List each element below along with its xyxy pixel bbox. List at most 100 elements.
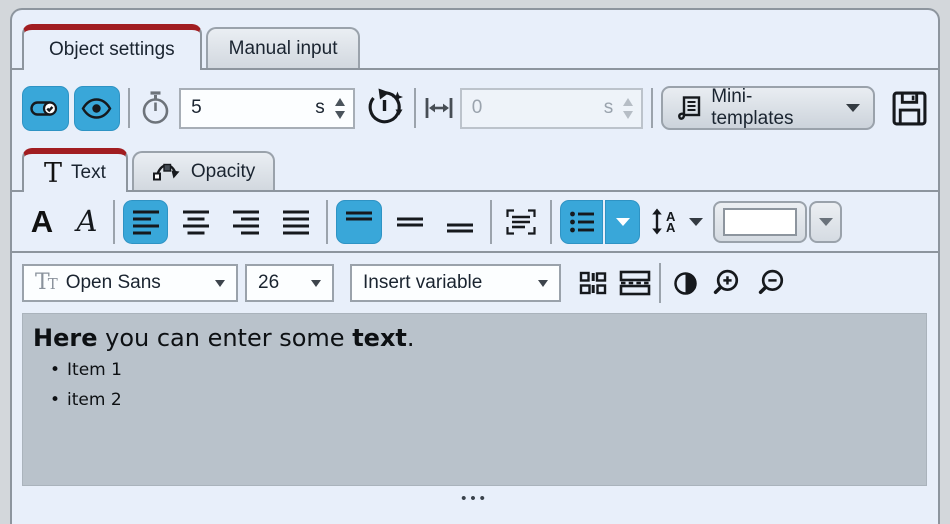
toolbar-divider: [550, 200, 552, 244]
chevron-down-icon: [689, 218, 703, 226]
chevron-down-icon: [616, 218, 630, 226]
fit-text-button[interactable]: [500, 209, 542, 235]
font-family-icon: T T: [35, 272, 58, 294]
duration-spinner[interactable]: [335, 98, 345, 119]
duration-unit: s: [315, 97, 325, 119]
mini-templates-button[interactable]: Mini-templates: [661, 86, 875, 130]
align-justify-button[interactable]: [274, 209, 318, 235]
mini-templates-icon: [676, 95, 702, 122]
save-button[interactable]: [891, 90, 928, 127]
width-duration-value: 0: [472, 97, 604, 119]
line-spacing-arrow-icon: [651, 208, 663, 235]
align-right-icon: [232, 209, 260, 235]
marquee-icon: [619, 270, 651, 296]
bold-button[interactable]: A: [22, 206, 62, 237]
text-color-dropdown-button[interactable]: [809, 201, 842, 243]
panel-resize-handle[interactable]: •••: [12, 494, 938, 504]
mini-templates-label: Mini-templates: [711, 86, 833, 130]
tab-opacity[interactable]: Opacity: [132, 151, 275, 190]
valign-bottom-icon: [446, 210, 474, 234]
width-duration-input: 0 s: [460, 88, 643, 129]
qr-code-icon: [579, 271, 607, 295]
opacity-curve-icon: [152, 159, 182, 184]
duration-value: 5: [191, 97, 315, 119]
bullet-list-icon: [569, 210, 595, 234]
toggle-check-icon: [30, 99, 60, 118]
zoom-out-button[interactable]: [758, 268, 789, 299]
object-settings-panel: Object settings Manual input: [10, 8, 940, 524]
eye-icon: [81, 98, 112, 119]
tab-text-label: Text: [71, 162, 106, 184]
width-duration-icon: [424, 95, 454, 121]
save-icon: [891, 90, 928, 127]
bullet-list-dropdown-button[interactable]: [605, 200, 640, 244]
tab-text[interactable]: T Text: [22, 148, 128, 192]
auto-duration-icon[interactable]: [364, 87, 406, 129]
stopwatch-icon: [140, 90, 171, 126]
text-color-button[interactable]: [713, 201, 807, 243]
valign-top-icon: [345, 210, 373, 234]
font-toolbar: T T Open Sans 26 Insert variable: [12, 253, 938, 313]
insert-variable-label: Insert variable: [363, 272, 530, 294]
fit-text-icon: [506, 209, 536, 235]
width-duration-unit: s: [604, 97, 614, 119]
editor-list-item: •Item 1: [33, 355, 916, 385]
valign-middle-button[interactable]: [388, 210, 432, 234]
font-size-value: 26: [258, 272, 303, 294]
font-family-select[interactable]: T T Open Sans: [22, 264, 238, 302]
chevron-down-icon: [538, 280, 548, 287]
tab-opacity-label: Opacity: [191, 161, 255, 183]
tab-manual-input-label: Manual input: [229, 38, 338, 60]
tab-object-settings-label: Object settings: [49, 39, 175, 61]
marquee-button[interactable]: [619, 270, 651, 296]
text-editor[interactable]: Here you can enter some text. •Item 1 •i…: [22, 313, 927, 486]
chevron-down-icon: [819, 218, 833, 226]
align-center-icon: [182, 209, 210, 235]
editor-list-item: •item 2: [33, 385, 916, 415]
valign-top-button[interactable]: [336, 200, 382, 244]
chevron-down-icon: [846, 104, 860, 112]
zoom-in-button[interactable]: [713, 268, 744, 299]
duration-input[interactable]: 5 s: [179, 88, 355, 129]
line-spacing-glyph-bottom: A: [666, 222, 675, 233]
format-toolbar: A A: [12, 192, 938, 253]
object-toolbar: 5 s 0 s: [12, 70, 938, 146]
align-left-icon: [132, 209, 160, 235]
tab-object-settings[interactable]: Object settings: [22, 24, 202, 70]
contrast-button[interactable]: [673, 271, 698, 296]
text-color-control: [713, 201, 842, 243]
zoom-out-icon: [758, 268, 789, 299]
align-left-button[interactable]: [123, 200, 168, 244]
toolbar-divider: [414, 88, 416, 128]
visibility-button[interactable]: [74, 86, 121, 131]
contrast-icon: [673, 271, 698, 296]
primary-tab-bar: Object settings Manual input: [12, 10, 938, 70]
toolbar-divider: [651, 88, 653, 128]
tab-manual-input[interactable]: Manual input: [206, 27, 361, 68]
bullet-list-button[interactable]: [560, 200, 603, 244]
toolbar-divider: [490, 200, 492, 244]
text-tab-icon: T: [44, 160, 62, 187]
color-swatch: [723, 208, 797, 236]
chevron-down-icon: [215, 280, 225, 287]
font-size-select[interactable]: 26: [245, 264, 334, 302]
chevron-down-icon: [311, 280, 321, 287]
line-spacing-button[interactable]: A A: [651, 208, 675, 235]
width-duration-spinner: [623, 98, 633, 119]
toolbar-divider: [128, 88, 130, 128]
toolbar-divider: [326, 200, 328, 244]
align-right-button[interactable]: [224, 209, 268, 235]
align-justify-icon: [282, 209, 310, 235]
editor-line-1: Here you can enter some text.: [33, 321, 916, 355]
qr-code-button[interactable]: [579, 271, 607, 295]
align-center-button[interactable]: [174, 209, 218, 235]
secondary-tab-bar: T Text Opacity: [12, 146, 938, 192]
zoom-in-icon: [713, 268, 744, 299]
line-spacing-dropdown[interactable]: [689, 218, 703, 226]
valign-bottom-button[interactable]: [438, 210, 482, 234]
insert-variable-select[interactable]: Insert variable: [350, 264, 561, 302]
toolbar-divider: [659, 263, 661, 303]
italic-button[interactable]: A: [69, 207, 105, 236]
valign-middle-icon: [396, 210, 424, 234]
toggle-enabled-button[interactable]: [22, 86, 69, 131]
